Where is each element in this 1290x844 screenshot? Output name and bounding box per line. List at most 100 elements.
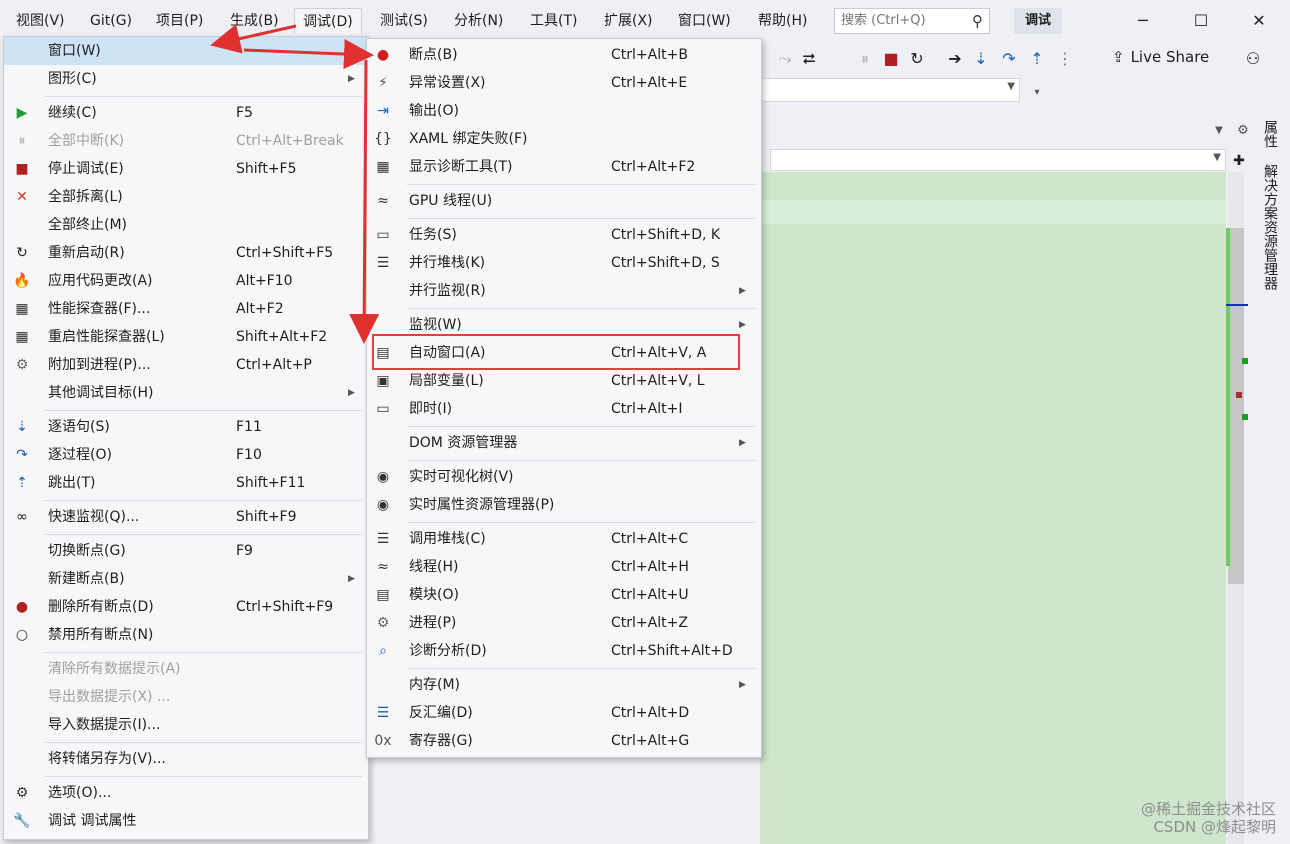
menu-item-label: XAML 绑定失败(F) [409, 131, 528, 147]
menu-item[interactable]: 🔧 调试 调试属性 [4, 807, 368, 835]
show-next-icon[interactable]: ➔ [944, 48, 966, 70]
menu-item[interactable]: ∞ 快速监视(Q)... Shift+F9 [4, 503, 368, 531]
menu-item[interactable]: ≈ 线程(H) Ctrl+Alt+H [367, 553, 761, 581]
menu-item[interactable]: 🔥 应用代码更改(A) Alt+F10 [4, 267, 368, 295]
menu-item[interactable]: 新建断点(B) ▶ [4, 565, 368, 593]
pause-icon[interactable]: ⏸ [854, 48, 876, 70]
hot-reload-icon[interactable]: ⮂ [798, 48, 820, 70]
menu-item-label: 模块(O) [409, 587, 459, 603]
menu-item[interactable]: 将转储另存为(V)... [4, 745, 368, 773]
menu-item[interactable]: ▭ 任务(S) Ctrl+Shift+D, K [367, 221, 761, 249]
menu-item[interactable]: 其他调试目标(H) ▶ [4, 379, 368, 407]
restart-icon[interactable]: ↻ [906, 48, 928, 70]
show-next-statement-icon[interactable]: ⤳ [774, 48, 796, 70]
menu-item-label: 逐语句(S) [48, 419, 110, 435]
toolbar-overflow-icon[interactable]: ⋮ [1054, 48, 1076, 70]
minimize-button[interactable]: ─ [1128, 8, 1158, 34]
menu-item[interactable]: ▦ 性能探查器(F)... Alt+F2 [4, 295, 368, 323]
settings-icon[interactable]: ⚙ [1232, 120, 1254, 142]
tab-properties[interactable]: 属性 [1260, 120, 1280, 148]
menu-tools[interactable]: 工具(T) [522, 8, 585, 34]
menu-item[interactable]: ■ 停止调试(E) Shift+F5 [4, 155, 368, 183]
menu-item[interactable]: ≈ GPU 线程(U) [367, 187, 761, 215]
menu-item[interactable]: ▣ 局部变量(L) Ctrl+Alt+V, L [367, 367, 761, 395]
scrollbar-thumb[interactable] [1228, 228, 1244, 584]
menu-item[interactable]: ⇡ 跳出(T) Shift+F11 [4, 469, 368, 497]
menu-debug[interactable]: 调试(D) [294, 8, 362, 34]
live-share-button[interactable]: ⇪ Live Share [1112, 48, 1209, 66]
menu-item[interactable]: 内存(M) ▶ [367, 671, 761, 699]
menu-item[interactable]: ▶ 继续(C) F5 [4, 99, 368, 127]
menu-item[interactable]: ⌕ 诊断分析(D) Ctrl+Shift+Alt+D [367, 637, 761, 665]
menu-help[interactable]: 帮助(H) [750, 8, 815, 34]
menu-item[interactable]: 并行监视(R) ▶ [367, 277, 761, 305]
menu-item-label: 新建断点(B) [48, 571, 125, 587]
menu-item[interactable]: ⚡ 异常设置(X) Ctrl+Alt+E [367, 69, 761, 97]
step-out-icon[interactable]: ⇡ [1026, 48, 1048, 70]
menu-item[interactable]: 切换断点(G) F9 [4, 537, 368, 565]
menu-item[interactable]: DOM 资源管理器 ▶ [367, 429, 761, 457]
menu-item[interactable]: {} XAML 绑定失败(F) [367, 125, 761, 153]
menu-item-label: 内存(M) [409, 677, 461, 693]
menu-item[interactable]: ◉ 实时可视化树(V) [367, 463, 761, 491]
menu-item[interactable]: ↷ 逐过程(O) F10 [4, 441, 368, 469]
maximize-button[interactable]: ☐ [1186, 8, 1216, 34]
menu-extensions[interactable]: 扩展(X) [596, 8, 661, 34]
menu-item[interactable]: ◉ 实时属性资源管理器(P) [367, 491, 761, 519]
dropdown-icon[interactable]: ▼ [1208, 120, 1230, 142]
tab-solution-explorer[interactable]: 解决方案资源管理器 [1260, 164, 1280, 290]
menu-git[interactable]: Git(G) [82, 8, 140, 34]
toolbar-options-icon[interactable]: ▾ [1026, 82, 1048, 104]
parallel-stacks-icon: ☰ [376, 255, 390, 271]
members-combo[interactable]: ▼ [770, 149, 1226, 171]
menu-item-label: 重新启动(R) [48, 245, 125, 261]
feedback-icon[interactable]: ⚇ [1242, 48, 1264, 70]
step-out-icon: ⇡ [16, 475, 28, 491]
menu-item-label: 全部拆离(L) [48, 189, 123, 205]
menu-item[interactable]: ⚙ 进程(P) Ctrl+Alt+Z [367, 609, 761, 637]
menu-view[interactable]: 视图(V) [8, 8, 73, 34]
menu-item[interactable]: 全部终止(M) [4, 211, 368, 239]
menu-item[interactable]: ○ 禁用所有断点(N) [4, 621, 368, 649]
split-icon[interactable]: ✚ [1228, 150, 1250, 172]
menu-item-shortcut: Alt+F10 [236, 273, 293, 289]
menu-build[interactable]: 生成(B) [222, 8, 287, 34]
search-input[interactable]: 搜索 (Ctrl+Q) ⚲ [834, 8, 990, 34]
menu-item[interactable]: ⇣ 逐语句(S) F11 [4, 413, 368, 441]
menu-item[interactable]: ⚙ 附加到进程(P)... Ctrl+Alt+P [4, 351, 368, 379]
menu-analyze[interactable]: 分析(N) [446, 8, 511, 34]
menu-window[interactable]: 窗口(W) [670, 8, 739, 34]
menu-item[interactable]: 窗口(W) ▶ [4, 37, 368, 65]
code-editor[interactable] [760, 172, 1226, 844]
menu-item[interactable]: ☰ 并行堆栈(K) Ctrl+Shift+D, S [367, 249, 761, 277]
menu-item-label: 删除所有断点(D) [48, 599, 154, 615]
menu-item[interactable]: ● 断点(B) Ctrl+Alt+B [367, 41, 761, 69]
menu-item[interactable]: ☰ 调用堆栈(C) Ctrl+Alt+C [367, 525, 761, 553]
menu-item[interactable]: ▭ 即时(I) Ctrl+Alt+I [367, 395, 761, 423]
menu-item[interactable]: ⚙ 选项(O)... [4, 779, 368, 807]
menu-item[interactable]: 0x 寄存器(G) Ctrl+Alt+G [367, 727, 761, 755]
menu-item-shortcut: Ctrl+Alt+I [611, 401, 683, 417]
step-into-icon[interactable]: ⇣ [970, 48, 992, 70]
stop-icon[interactable]: ■ [880, 48, 902, 70]
chevron-down-icon: ▼ [1213, 152, 1221, 163]
menu-test[interactable]: 测试(S) [372, 8, 436, 34]
menu-item[interactable]: 导入数据提示(I)... [4, 711, 368, 739]
toolbar-combo[interactable]: ▼ [760, 78, 1020, 102]
menu-item[interactable]: ↻ 重新启动(R) Ctrl+Shift+F5 [4, 239, 368, 267]
menu-project[interactable]: 项目(P) [148, 8, 211, 34]
gears-icon: ⚙ [15, 357, 29, 373]
menu-item[interactable]: ▤ 模块(O) Ctrl+Alt+U [367, 581, 761, 609]
menu-item-label: 诊断分析(D) [409, 643, 487, 659]
menu-item-label: 并行堆栈(K) [409, 255, 486, 271]
menu-item[interactable]: ● 删除所有断点(D) Ctrl+Shift+F9 [4, 593, 368, 621]
menu-item[interactable]: ⇥ 输出(O) [367, 97, 761, 125]
menu-item[interactable]: ☰ 反汇编(D) Ctrl+Alt+D [367, 699, 761, 727]
menu-item[interactable]: 图形(C) ▶ [4, 65, 368, 93]
error-mark [1236, 392, 1242, 398]
close-button[interactable]: ✕ [1244, 8, 1274, 34]
menu-item[interactable]: ✕ 全部拆离(L) [4, 183, 368, 211]
step-over-icon[interactable]: ↷ [998, 48, 1020, 70]
menu-item[interactable]: ▦ 显示诊断工具(T) Ctrl+Alt+F2 [367, 153, 761, 181]
menu-item[interactable]: ▦ 重启性能探查器(L) Shift+Alt+F2 [4, 323, 368, 351]
